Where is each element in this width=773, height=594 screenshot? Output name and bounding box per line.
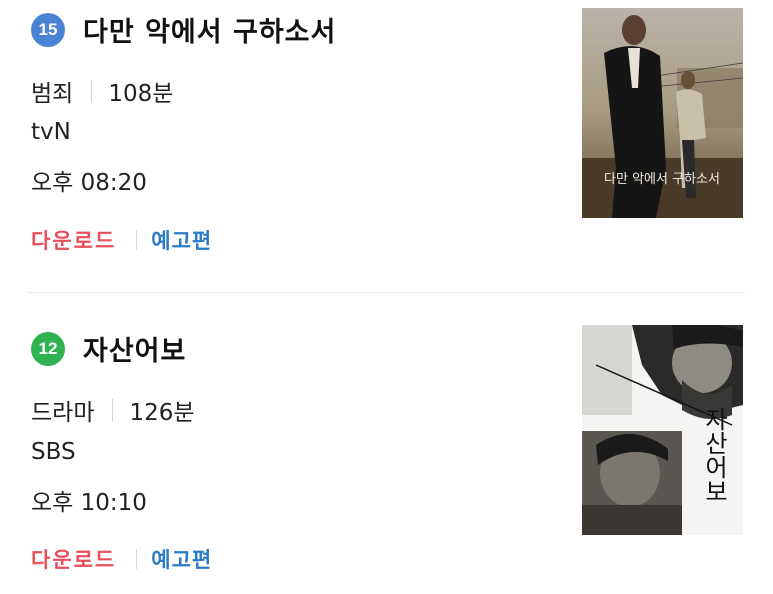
trailer-link[interactable]: 예고편 [151,225,212,255]
genre-label: 범죄 [31,81,74,107]
airtime-label: 오후 08:20 [31,170,147,196]
download-link[interactable]: 다운로드 [31,544,116,574]
item-links: 다운로드 예고편 [31,544,212,574]
duration-label: 126분 [129,400,195,426]
age-rating-badge: 12 [31,331,65,366]
divider [91,80,93,102]
duration-label: 108분 [108,81,174,107]
item-header: 12 자산어보 [31,329,186,368]
poster-image: 자산어보 [582,325,743,535]
list-item[interactable]: 12 자산어보 드라마 126분 SBS 오후 10:10 다운로드 예고편 자… [0,295,773,594]
movie-poster[interactable]: 자산어보 [582,325,743,535]
divider [136,230,138,250]
poster-image: 다만 악에서 구하소서 [582,8,743,218]
item-links: 다운로드 예고편 [31,225,212,255]
list-divider [28,292,745,293]
divider [112,399,114,421]
genre-label: 드라마 [31,400,95,426]
channel-label: SBS [31,439,76,465]
poster-title: 자산어보 [700,407,728,503]
movie-title[interactable]: 자산어보 [83,329,186,368]
channel-label: tvN [31,119,71,145]
item-header: 15 다만 악에서 구하소서 [31,10,336,49]
list-item[interactable]: 15 다만 악에서 구하소서 범죄 108분 tvN 오후 08:20 다운로드… [0,0,773,292]
movie-meta: 범죄 108분 [31,74,173,108]
divider [136,549,138,569]
airtime-label: 오후 10:10 [31,490,147,516]
trailer-link[interactable]: 예고편 [151,544,212,574]
movie-title[interactable]: 다만 악에서 구하소서 [83,10,336,49]
movie-schedule-list: 15 다만 악에서 구하소서 범죄 108분 tvN 오후 08:20 다운로드… [0,0,773,594]
movie-meta: 드라마 126분 [31,393,195,427]
movie-poster[interactable]: 다만 악에서 구하소서 [582,8,743,218]
download-link[interactable]: 다운로드 [31,225,116,255]
age-rating-badge: 15 [31,12,65,47]
poster-title: 다만 악에서 구하소서 [604,172,720,187]
